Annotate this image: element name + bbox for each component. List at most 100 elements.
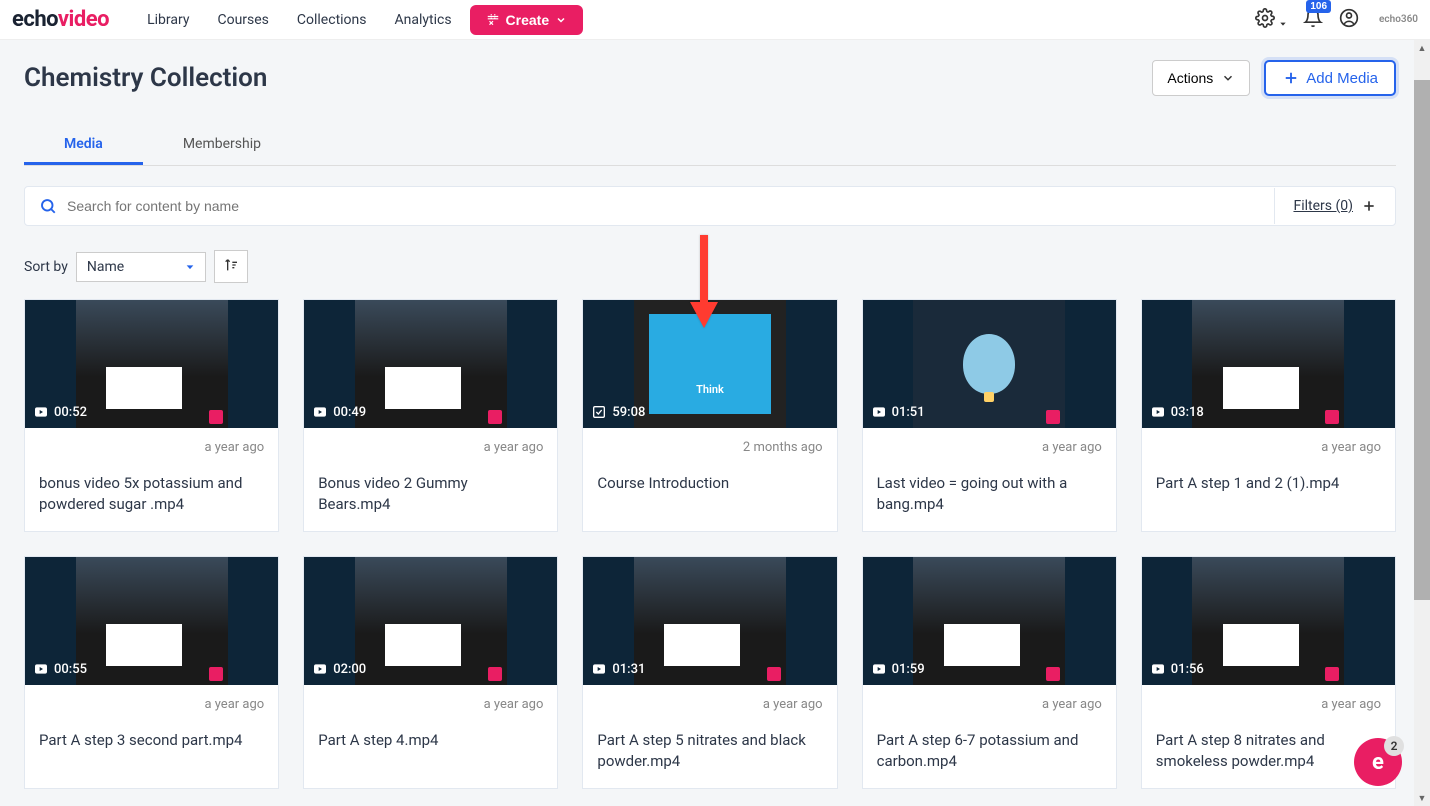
duration-text: 03:18 (1171, 405, 1204, 420)
duration-text: 01:51 (892, 405, 925, 420)
echo-logo-icon (1046, 410, 1060, 424)
video-title: Part A step 6-7 potassium and carbon.mp4 (877, 730, 1102, 772)
magic-wand-icon (486, 13, 500, 27)
echo-logo-icon (488, 410, 502, 424)
brand-small: echo360 (1379, 14, 1418, 25)
video-card[interactable]: 03:18 a year ago Part A step 1 and 2 (1)… (1141, 299, 1396, 532)
plus-icon (1282, 69, 1300, 87)
video-title: Part A step 5 nitrates and black powder.… (597, 730, 822, 772)
sort-icon (223, 257, 239, 273)
echo-logo-icon (767, 667, 781, 681)
video-date: a year ago (39, 697, 264, 712)
page-title: Chemistry Collection (24, 63, 267, 93)
video-card[interactable]: 02:00 a year ago Part A step 4.mp4 (303, 556, 558, 789)
gear-icon (1255, 8, 1275, 28)
tab-membership[interactable]: Membership (143, 126, 301, 165)
duration-badge: 01:56 (1150, 661, 1204, 677)
nav-library[interactable]: Library (137, 6, 199, 34)
duration-badge: 02:00 (312, 661, 366, 677)
play-icon (33, 404, 49, 420)
thumb-text: Think (649, 314, 771, 414)
logo-part2: video (58, 7, 109, 32)
duration-text: 00:52 (54, 405, 87, 420)
chevron-down-icon (185, 262, 195, 272)
play-icon (312, 661, 328, 677)
duration-badge: 01:31 (591, 661, 645, 677)
video-date: a year ago (877, 697, 1102, 712)
task-icon (591, 404, 607, 420)
video-card[interactable]: 01:51 a year ago Last video = going out … (862, 299, 1117, 532)
video-card[interactable]: 01:59 a year ago Part A step 6-7 potassi… (862, 556, 1117, 789)
notifications-button[interactable]: 106 (1299, 4, 1327, 35)
duration-badge: 01:59 (871, 661, 925, 677)
video-thumbnail: 03:18 (1142, 300, 1395, 428)
video-card[interactable]: 00:49 a year ago Bonus video 2 Gummy Bea… (303, 299, 558, 532)
fab-badge: 2 (1384, 736, 1404, 756)
tabs: Media Membership (24, 126, 1396, 166)
search-input[interactable] (67, 198, 1260, 214)
video-card[interactable]: 00:55 a year ago Part A step 3 second pa… (24, 556, 279, 789)
account-button[interactable] (1335, 4, 1363, 35)
video-date: a year ago (1156, 697, 1381, 712)
logo[interactable]: echovideo (12, 7, 109, 32)
create-button[interactable]: Create (470, 5, 584, 35)
add-media-label: Add Media (1306, 70, 1378, 87)
video-date: a year ago (39, 440, 264, 455)
chevron-down-icon (555, 14, 567, 26)
filters-label: Filters (0) (1293, 198, 1353, 214)
scroll-up-icon[interactable]: ▲ (1414, 40, 1430, 56)
duration-text: 00:55 (54, 662, 87, 677)
notification-badge: 106 (1306, 0, 1331, 13)
duration-badge: 00:52 (33, 404, 87, 420)
sort-direction-button[interactable] (214, 250, 248, 283)
scroll-down-icon[interactable]: ▼ (1414, 790, 1430, 806)
duration-badge: 01:51 (871, 404, 925, 420)
video-thumbnail: 02:00 (304, 557, 557, 685)
video-thumbnail: 01:59 (863, 557, 1116, 685)
add-media-button[interactable]: Add Media (1264, 60, 1396, 96)
duration-text: 01:56 (1171, 662, 1204, 677)
play-icon (591, 661, 607, 677)
scrollbar[interactable]: ▲ ▼ (1414, 40, 1430, 806)
tab-media[interactable]: Media (24, 126, 143, 165)
video-thumbnail: 01:51 (863, 300, 1116, 428)
nav-links: Library Courses Collections Analytics (137, 6, 461, 34)
video-date: a year ago (877, 440, 1102, 455)
video-card[interactable]: Think 59:08 2 months ago Course Introduc… (582, 299, 837, 532)
video-card[interactable]: 00:52 a year ago bonus video 5x potassiu… (24, 299, 279, 532)
sort-select[interactable]: Name (76, 252, 206, 282)
video-title: Part A step 8 nitrates and smokeless pow… (1156, 730, 1381, 772)
top-navigation: echovideo Library Courses Collections An… (0, 0, 1430, 40)
echo-logo-icon (209, 410, 223, 424)
actions-button[interactable]: Actions (1152, 60, 1250, 96)
video-date: a year ago (318, 440, 543, 455)
nav-courses[interactable]: Courses (207, 6, 278, 34)
duration-badge: 00:49 (312, 404, 366, 420)
video-title: Part A step 1 and 2 (1).mp4 (1156, 473, 1381, 515)
user-icon (1339, 8, 1359, 28)
settings-button[interactable] (1251, 4, 1291, 35)
help-fab[interactable]: e 2 (1354, 738, 1402, 786)
chevron-down-icon (1221, 71, 1235, 85)
echo-logo-icon (1046, 667, 1060, 681)
create-label: Create (506, 12, 550, 28)
duration-badge: 03:18 (1150, 404, 1204, 420)
play-icon (871, 661, 887, 677)
video-grid: 00:52 a year ago bonus video 5x potassiu… (24, 299, 1396, 789)
duration-text: 02:00 (333, 662, 366, 677)
nav-analytics[interactable]: Analytics (385, 6, 462, 34)
video-title: Bonus video 2 Gummy Bears.mp4 (318, 473, 543, 515)
video-card[interactable]: 01:31 a year ago Part A step 5 nitrates … (582, 556, 837, 789)
video-title: Part A step 3 second part.mp4 (39, 730, 264, 772)
echo-logo-icon (209, 667, 223, 681)
logo-part1: echo (12, 7, 58, 32)
video-title: Last video = going out with a bang.mp4 (877, 473, 1102, 515)
play-icon (33, 661, 49, 677)
scrollbar-thumb[interactable] (1414, 80, 1430, 600)
video-date: 2 months ago (597, 440, 822, 455)
nav-collections[interactable]: Collections (287, 6, 377, 34)
video-date: a year ago (318, 697, 543, 712)
video-thumbnail: 01:56 (1142, 557, 1395, 685)
duration-badge: 59:08 (591, 404, 645, 420)
filters-button[interactable]: Filters (0) (1274, 188, 1395, 224)
